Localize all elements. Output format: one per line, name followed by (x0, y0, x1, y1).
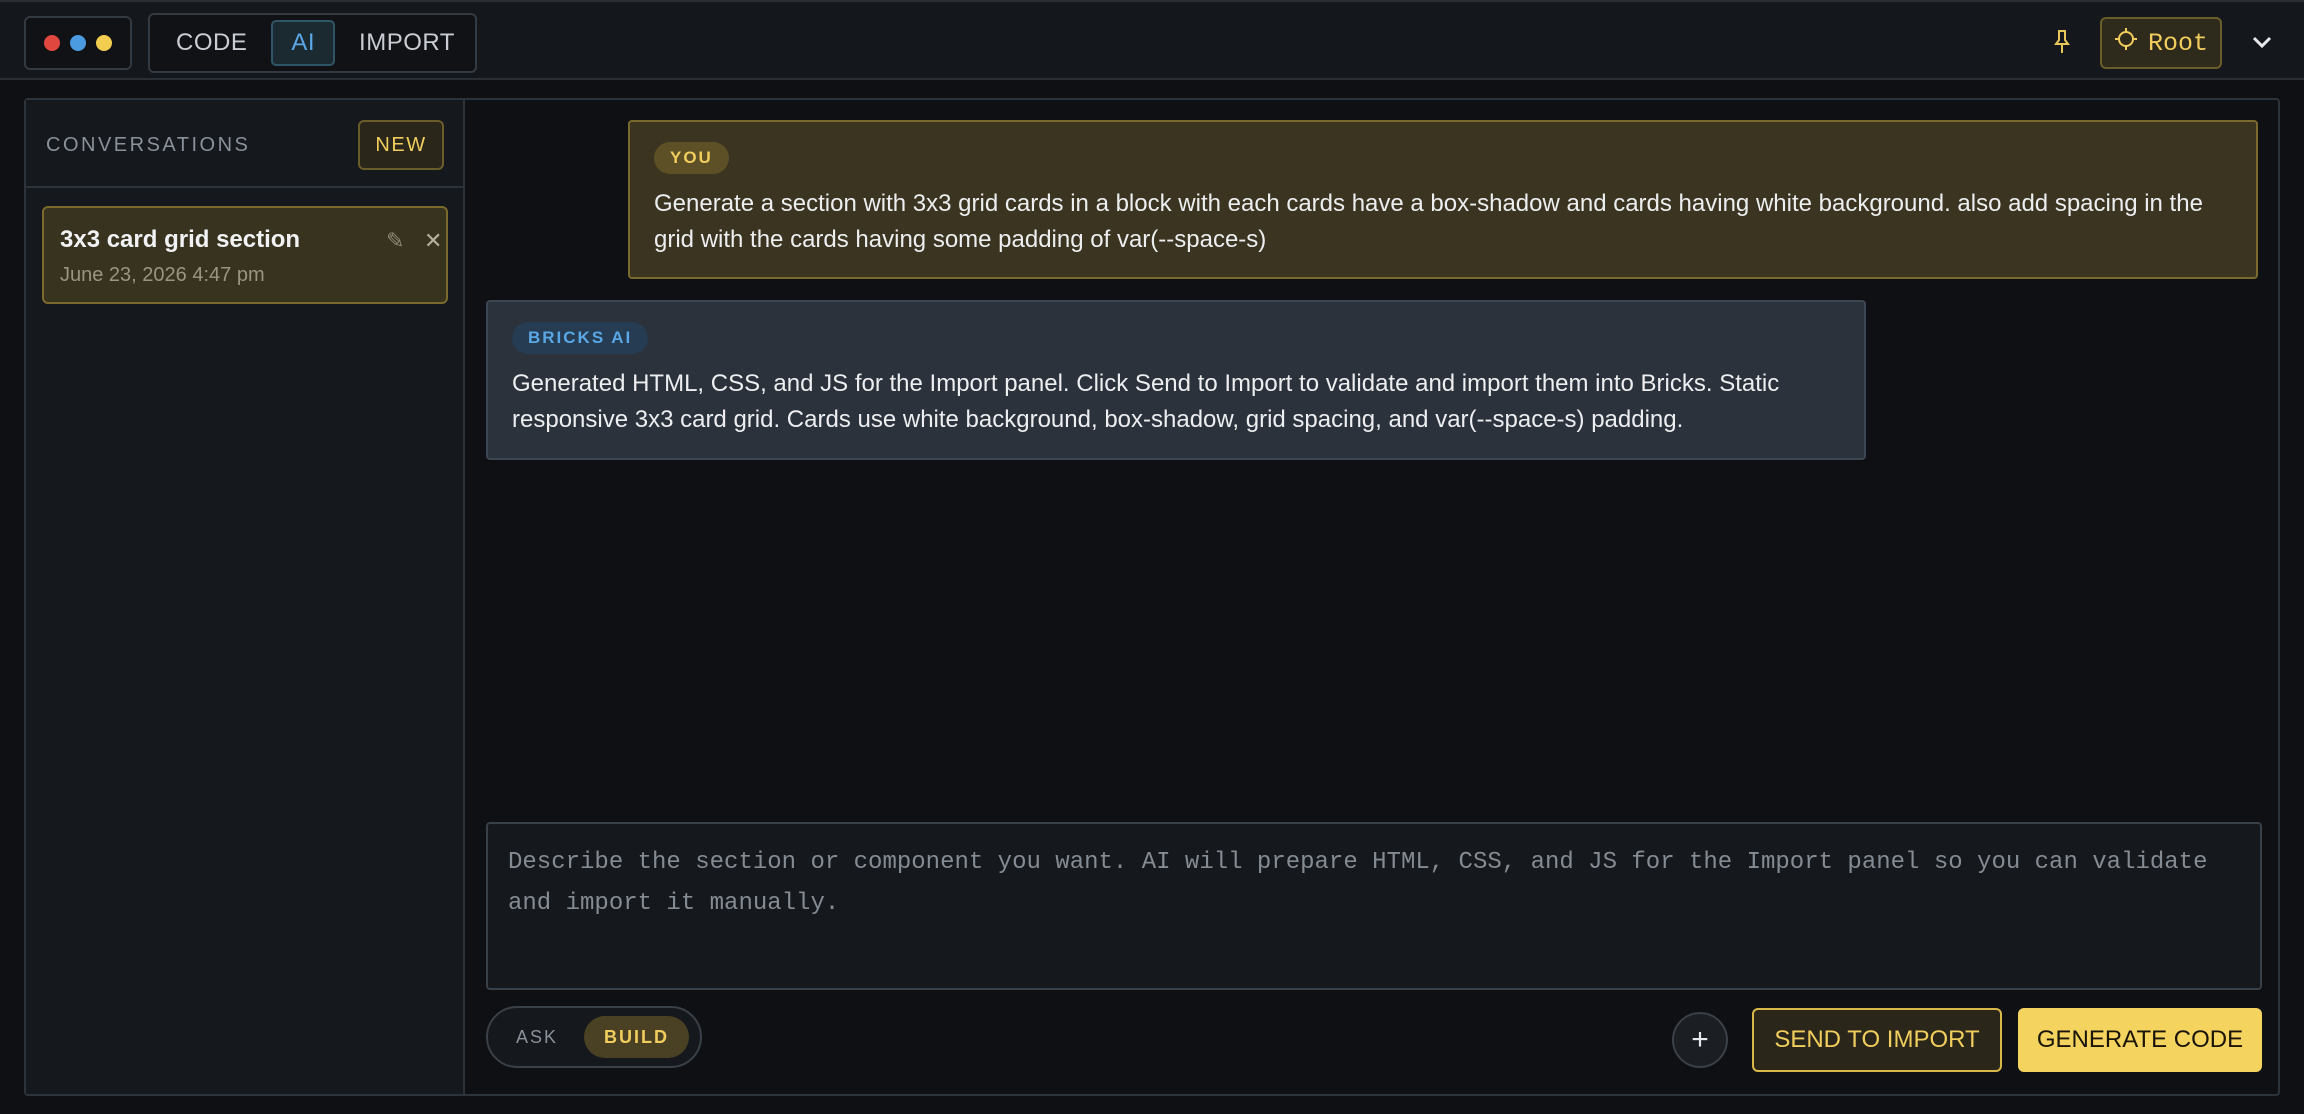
conversation-item[interactable]: 3x3 card grid section June 23, 2026 4:47… (42, 206, 448, 304)
close-icon[interactable]: ✕ (424, 228, 442, 254)
mode-build-button[interactable]: BUILD (584, 1016, 690, 1058)
ai-message: BRICKS AI Generated HTML, CSS, and JS fo… (486, 300, 1866, 460)
add-attachment-button[interactable]: + (1672, 1012, 1728, 1068)
window-controls (24, 16, 132, 70)
root-selector-button[interactable]: Root (2100, 17, 2222, 69)
chevron-down-icon[interactable] (2248, 26, 2276, 58)
conversation-title: 3x3 card grid section (60, 226, 301, 253)
pin-icon[interactable] (2048, 26, 2076, 58)
prompt-input[interactable] (488, 824, 2260, 988)
message-text: Generate a section with 3x3 grid cards i… (654, 190, 2203, 253)
sidebar-title: CONVERSATIONS (46, 134, 251, 156)
maximize-dot-icon[interactable] (96, 35, 112, 51)
crosshair-icon (2114, 27, 2138, 59)
user-message: YOU Generate a section with 3x3 grid car… (628, 120, 2258, 279)
ask-build-toggle: ASK BUILD (486, 1006, 702, 1068)
minimize-dot-icon[interactable] (70, 35, 86, 51)
role-badge: BRICKS AI (512, 322, 649, 354)
send-to-import-button[interactable]: SEND TO IMPORT (1752, 1008, 2002, 1072)
new-conversation-button[interactable]: NEW (358, 120, 444, 170)
top-bar: CODE AI IMPORT Root (0, 0, 2304, 80)
tab-code[interactable]: CODE (156, 20, 267, 66)
tab-ai[interactable]: AI (271, 20, 336, 66)
generate-code-button[interactable]: GENERATE CODE (2018, 1008, 2262, 1072)
conversations-sidebar: CONVERSATIONS NEW 3x3 card grid section … (26, 100, 465, 1094)
mode-ask-button[interactable]: ASK (496, 1016, 578, 1058)
close-dot-icon[interactable] (44, 35, 60, 51)
plus-icon: + (1691, 1023, 1709, 1056)
edit-icon[interactable]: ✎ (386, 228, 404, 254)
conversation-date: June 23, 2026 4:47 pm (60, 264, 265, 286)
mode-tabs: CODE AI IMPORT (148, 13, 477, 73)
tab-import[interactable]: IMPORT (339, 20, 475, 66)
prompt-composer (486, 822, 2262, 990)
sidebar-header: CONVERSATIONS NEW (26, 100, 463, 188)
message-text: Generated HTML, CSS, and JS for the Impo… (512, 370, 1780, 433)
root-label: Root (2148, 28, 2209, 58)
role-badge: YOU (654, 142, 729, 174)
